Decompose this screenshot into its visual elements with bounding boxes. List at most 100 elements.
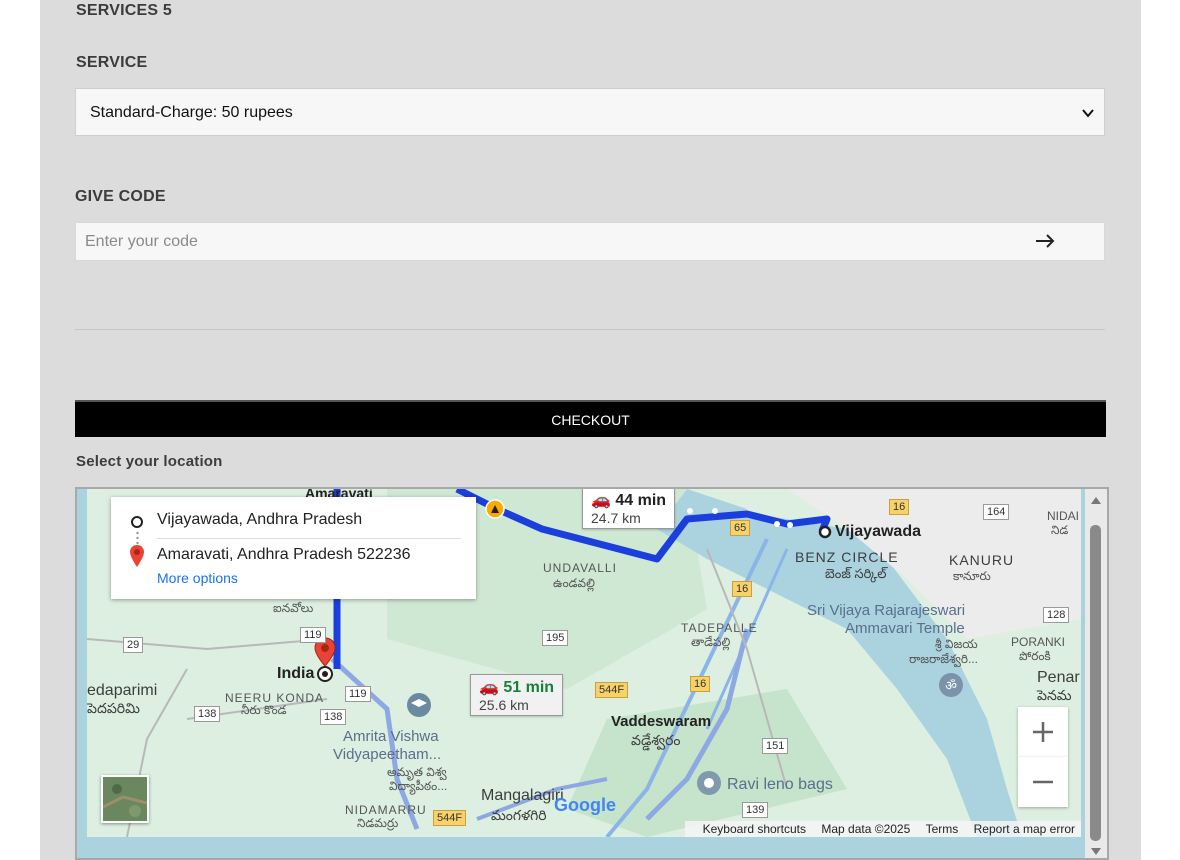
map-label-temple-2: Ammavari Temple	[845, 620, 965, 637]
map-label-poranki-te: పోరంకి	[1019, 649, 1051, 663]
map-label-amrita-2: Vidyapeetham...	[333, 746, 442, 763]
route-shield: 128	[1043, 607, 1070, 623]
route-shield: 544F	[595, 682, 629, 698]
route-shield: 151	[762, 738, 789, 754]
map-label-inavolu-te: ఐనవోలు	[273, 601, 314, 615]
service-select[interactable]: Standard-Charge: 50 rupees	[75, 88, 1105, 136]
more-options-link[interactable]: More options	[157, 570, 238, 586]
map-embed: ॐ Vijayawada BENZ CIRCLE బెంజ్ సర్కిల్ K…	[75, 487, 1109, 860]
service-selected-value: Standard-Charge: 50 rupees	[90, 104, 293, 121]
map-data-text: Map data ©2025	[821, 822, 911, 836]
code-label: GIVE CODE	[75, 188, 166, 205]
map-label-undavalli-te: ఉండవల్లి	[553, 576, 595, 590]
car-icon: 🚗	[479, 679, 499, 696]
services-heading: SERVICES 5	[76, 2, 172, 19]
map-canvas[interactable]: ॐ Vijayawada BENZ CIRCLE బెంజ్ సర్కిల్ K…	[87, 489, 1081, 837]
code-input[interactable]	[76, 223, 976, 260]
zoom-in-button[interactable]	[1018, 707, 1068, 757]
map-label-nidam: NIDAI	[1047, 509, 1080, 523]
route-duration-alt: 51 min	[503, 679, 555, 696]
map-label-nidamarru: NIDAMARRU	[345, 803, 427, 817]
temple-poi-icon[interactable]: ॐ	[937, 671, 965, 699]
map-label-mangalagiri: Mangalagiri	[481, 787, 564, 804]
scrollbar-thumb[interactable]	[1090, 525, 1101, 841]
map-label-tadepalle-te: తాడేపల్లి	[691, 635, 731, 649]
route-shield: 119	[345, 686, 371, 702]
map-label-edaparimi-te: పెదపరిమి	[87, 700, 140, 716]
map-label-neerukonda-te: నీరు కొండ	[241, 703, 287, 717]
destination-pin-icon	[130, 545, 144, 567]
road-work-icon	[485, 499, 505, 519]
route-shield: 16	[732, 581, 753, 597]
india-marker-icon	[317, 666, 333, 682]
route-shield: 139	[742, 802, 769, 818]
chevron-down-icon	[1082, 109, 1094, 118]
google-logo: Google	[554, 795, 616, 815]
map-label-amrita: Amrita Vishwa	[343, 728, 439, 745]
divider	[75, 329, 1105, 330]
route-shield: 119	[300, 627, 326, 643]
map-label-temple: Sri Vijaya Rajarajeswari	[807, 602, 966, 619]
map-label-penam-te: పెనమ	[1037, 687, 1072, 703]
map-label-kanuru-te: కానూరు	[953, 569, 991, 583]
car-icon: 🚗	[591, 492, 611, 509]
terms-link[interactable]: Terms	[926, 822, 959, 836]
plus-icon	[1033, 722, 1053, 742]
zoom-out-button[interactable]	[1018, 757, 1068, 807]
route-time-bubble-alt[interactable]: 🚗 51 min 25.6 km	[470, 674, 564, 716]
map-label-temple-te-2: రాజరాజేశ్వరి...	[909, 652, 978, 666]
map-label-vijayawada: Vijayawada	[835, 523, 921, 540]
map-label-vaddeswaram: Vaddeswaram	[611, 713, 712, 730]
school-poi-icon[interactable]	[405, 691, 433, 719]
route-shield: 138	[320, 709, 347, 725]
map-label-india: India	[277, 665, 315, 682]
route-shield: 65	[730, 520, 751, 536]
satellite-preview-icon	[102, 777, 148, 821]
shop-poi-icon[interactable]	[695, 769, 723, 797]
map-label-nidam-te: నిడ	[1051, 523, 1069, 537]
map-attribution: Keyboard shortcuts Map data ©2025 Terms …	[684, 821, 1081, 837]
keyboard-shortcuts-link[interactable]: Keyboard shortcuts	[703, 822, 806, 836]
origin-text: Vijayawada, Andhra Pradesh	[157, 511, 363, 528]
route-shield: 138	[194, 706, 221, 722]
minus-icon	[1033, 780, 1053, 784]
route-shield: 164	[983, 504, 1010, 520]
map-label-undavalli: UNDAVALLI	[543, 561, 617, 575]
code-field	[75, 222, 1105, 261]
destination-text: Amaravati, Andhra Pradesh 522236	[157, 546, 411, 563]
report-map-error-link[interactable]: Report a map error	[974, 822, 1075, 836]
route-shield: 544F	[433, 810, 467, 826]
scroll-up-icon[interactable]	[1090, 495, 1102, 505]
card-divider	[157, 538, 461, 539]
map-label-benz-circle: BENZ CIRCLE	[795, 549, 899, 565]
route-shield: 29	[123, 637, 144, 653]
map-label-mangalagiri-te: మంగళగిరి	[491, 807, 547, 823]
origin-marker-icon[interactable]	[818, 525, 832, 539]
map-label-benz-circle-te: బెంజ్ సర్కిల్	[825, 566, 887, 581]
directions-card: Vijayawada, Andhra Pradesh Amaravati, An…	[111, 497, 476, 599]
map-label-edaparimi: edaparimi	[87, 682, 158, 699]
route-time-bubble[interactable]: 🚗 44 min 24.7 km	[582, 489, 676, 529]
map-label-amrita-te-2: విద్యాపీఠం...	[389, 779, 448, 793]
map-label-kanuru: KANURU	[949, 552, 1015, 568]
route-distance: 24.7 km	[591, 510, 641, 526]
map-label-ravi: Ravi leno bags	[727, 776, 833, 793]
route-time-alt: 🚗 51 min	[479, 677, 554, 697]
arrow-right-icon[interactable]	[1034, 231, 1056, 251]
map-label-penam: Penar	[1037, 669, 1080, 686]
satellite-toggle[interactable]	[101, 775, 149, 823]
checkout-button[interactable]: CHECKOUT	[75, 400, 1106, 437]
location-label: Select your location	[76, 453, 223, 470]
route-shield: 16	[889, 499, 910, 515]
map-scrollbar[interactable]	[1085, 489, 1107, 858]
scroll-down-icon[interactable]	[1090, 847, 1102, 857]
route-dots-icon	[136, 531, 139, 545]
svg-text:ॐ: ॐ	[945, 679, 957, 694]
map-label-vaddeswaram-te: వడ్డేశ్వరం	[631, 732, 681, 748]
map-label-nidamarru-te: నిడమర్రు	[357, 816, 399, 830]
service-label: SERVICE	[76, 54, 148, 71]
route-distance-alt: 25.6 km	[479, 697, 529, 713]
route-duration: 44 min	[615, 492, 667, 509]
route-time: 🚗 44 min	[591, 490, 666, 510]
route-shield: 195	[542, 630, 569, 646]
